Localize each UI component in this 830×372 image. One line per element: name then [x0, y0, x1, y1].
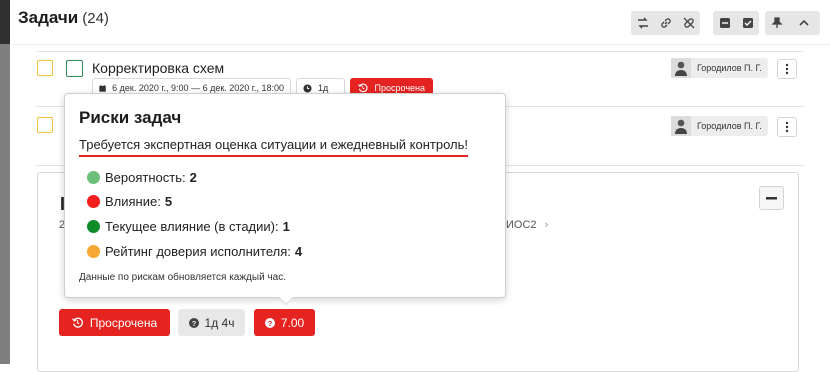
panel-breadcrumb-code: ИОС2 › — [506, 219, 548, 231]
page-title-text: Задачи — [18, 8, 79, 27]
risk-label: Текущее влияние (в стадии): — [105, 219, 279, 234]
collapse-all-icon — [719, 18, 730, 28]
chevron-up-icon — [799, 19, 809, 26]
check-all-icon — [742, 18, 753, 28]
panel-duration-text: 1д 4ч — [204, 315, 235, 330]
collapse-all-button[interactable] — [713, 11, 736, 35]
toolbar-group-links — [631, 11, 700, 35]
popover-note: Данные по рискам обновляется каждый час. — [79, 272, 286, 283]
risk-probability: Вероятность: 2 — [87, 170, 197, 185]
pin-icon — [770, 17, 783, 28]
task-count: (24) — [82, 10, 109, 27]
avatar — [671, 58, 691, 78]
question-icon: ? — [264, 317, 275, 328]
check-all-button[interactable] — [736, 11, 759, 35]
risk-current-impact: Текущее влияние (в стадии): 1 — [87, 219, 290, 234]
popover-title: Риски задач — [79, 108, 182, 127]
assignee-name: Городилов П. Г. — [697, 121, 762, 131]
risk-dot-icon — [87, 171, 100, 184]
toolbar-group-view — [765, 11, 820, 35]
svg-text:?: ? — [191, 319, 196, 328]
person-icon — [675, 61, 687, 76]
minus-icon — [766, 196, 777, 199]
popover-arrow — [279, 297, 293, 304]
risk-label: Вероятность: — [105, 170, 186, 185]
link-icon — [660, 18, 671, 28]
more-vertical-icon — [785, 63, 789, 75]
more-vertical-icon — [785, 121, 789, 133]
history-icon — [358, 83, 368, 93]
risk-value: 2 — [189, 170, 197, 185]
swap-button[interactable] — [631, 11, 654, 35]
risk-value: 4 — [294, 244, 303, 259]
calendar-icon — [99, 84, 106, 92]
toolbar-group-select — [713, 11, 759, 35]
risk-value: 5 — [164, 194, 173, 209]
row-divider-top — [36, 51, 804, 52]
question-icon: ? — [188, 317, 199, 328]
assignee-name: Городилов П. Г. — [697, 63, 762, 73]
history-icon — [71, 317, 83, 328]
task-complete-checkbox[interactable] — [66, 60, 83, 77]
task-date-range-text: 6 дек. 2020 г., 9:00 — 6 дек. 2020 г., 1… — [112, 83, 284, 93]
page-title: Задачи (24) — [18, 8, 109, 28]
header-divider — [10, 44, 830, 45]
panel-risk-text: 7.00 — [280, 315, 305, 330]
popover-warning: Требуется экспертная оценка ситуации и е… — [79, 137, 469, 157]
unlink-button[interactable] — [677, 11, 700, 35]
breadcrumb-code-text: ИОС2 — [506, 219, 537, 231]
panel-overdue-text: Просрочена — [89, 315, 158, 330]
collapse-header-button[interactable] — [788, 11, 820, 35]
swap-icon — [637, 17, 648, 29]
panel-overdue-button[interactable]: Просрочена — [59, 309, 170, 336]
risk-dot-icon — [87, 245, 100, 258]
task-risks-popover: Риски задач Требуется экспертная оценка … — [64, 93, 506, 298]
task-more-button[interactable] — [777, 117, 797, 137]
clock-icon — [303, 83, 312, 93]
task-select-checkbox[interactable] — [37, 60, 53, 76]
risk-assignee-rating: Рейтинг доверия исполнителя: 4 — [87, 244, 302, 259]
panel-risk-button[interactable]: ? 7.00 — [254, 309, 315, 336]
chevron-right-icon: › — [544, 219, 549, 231]
task-more-button[interactable] — [777, 59, 797, 79]
risk-impact: Влияние: 5 — [87, 194, 172, 209]
risk-dot-icon — [87, 220, 100, 233]
task-duration-text: 1д — [318, 83, 329, 93]
pin-button[interactable] — [765, 11, 788, 35]
risk-dot-icon — [87, 195, 100, 208]
link-button[interactable] — [654, 11, 677, 35]
task-select-checkbox[interactable] — [37, 117, 53, 133]
task-assignee[interactable]: Городилов П. Г. — [671, 116, 768, 136]
unlink-icon — [683, 17, 694, 29]
task-overdue-text: Просрочена — [374, 83, 425, 93]
person-icon — [675, 119, 687, 134]
risk-value: 1 — [282, 219, 290, 234]
left-edge-panel-top — [0, 0, 10, 44]
risk-label: Рейтинг доверия исполнителя: — [105, 244, 291, 259]
svg-text:?: ? — [268, 319, 273, 328]
risk-label: Влияние: — [105, 194, 161, 209]
panel-duration-button[interactable]: ? 1д 4ч — [178, 309, 245, 336]
task-name[interactable]: Корректировка схем — [92, 60, 224, 76]
tasks-header: Задачи (24) — [10, 0, 830, 44]
avatar — [671, 116, 691, 136]
task-assignee[interactable]: Городилов П. Г. — [671, 58, 768, 78]
collapse-panel-button[interactable] — [759, 186, 784, 210]
left-edge-panel — [0, 0, 10, 364]
